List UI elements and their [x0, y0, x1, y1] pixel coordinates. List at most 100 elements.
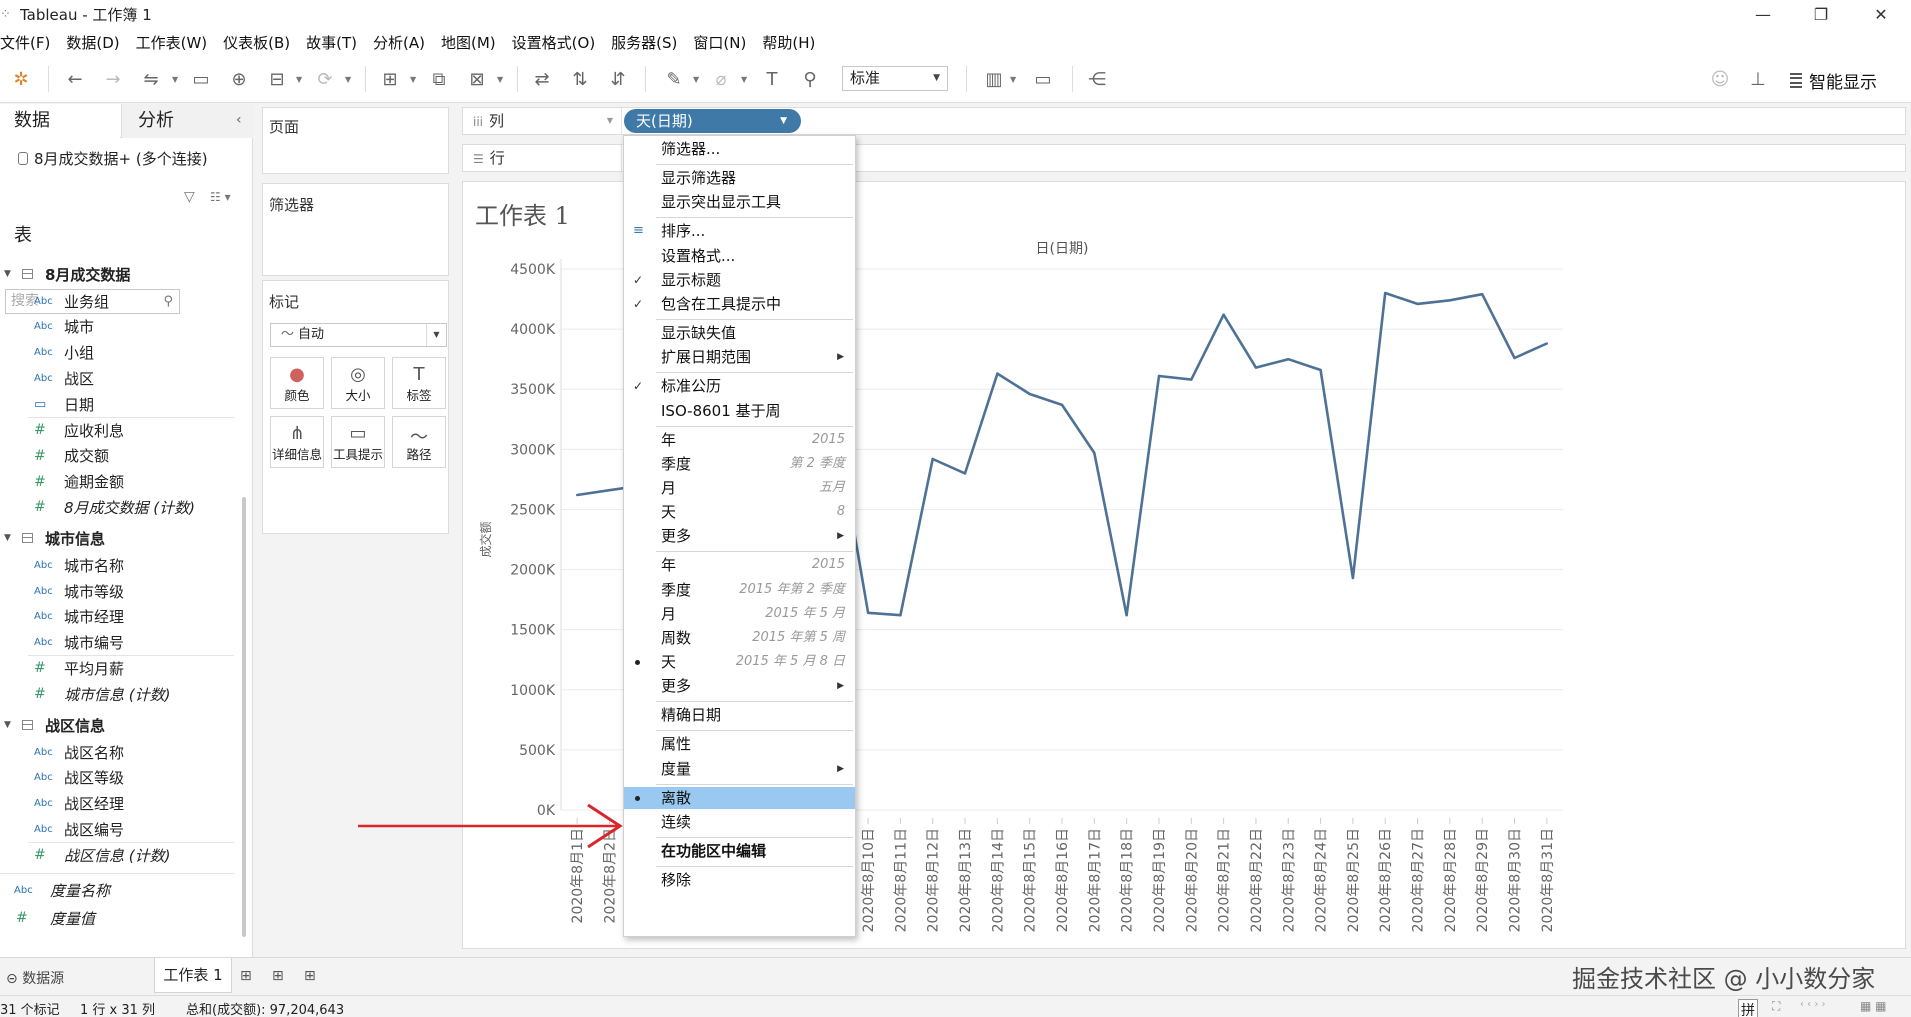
- table-group-header[interactable]: ▼ 8月成交数据: [0, 264, 130, 284]
- mark-button[interactable]: T 标签: [392, 357, 446, 409]
- mark-button[interactable]: ● 颜色: [270, 357, 324, 409]
- field-item[interactable]: Abc 战区经理: [0, 793, 124, 815]
- share-icon[interactable]: ⋲: [1084, 66, 1110, 92]
- save-icon[interactable]: ▭: [188, 66, 214, 92]
- field-item[interactable]: Abc 业务组: [0, 290, 109, 312]
- context-menu-item[interactable]: 扩展日期范围 ▶: [624, 346, 855, 368]
- context-menu-item[interactable]: 年 2015: [624, 554, 855, 576]
- restore-button[interactable]: ❐: [1793, 0, 1849, 29]
- context-menu-item[interactable]: 更多 ▶: [624, 675, 855, 697]
- clear-icon[interactable]: ⊠: [464, 66, 490, 92]
- undo-icon[interactable]: ←: [62, 66, 88, 92]
- field-item[interactable]: Abc 城市编号: [0, 632, 124, 654]
- sheet-sorter-icon[interactable]: 拼: [1738, 999, 1758, 1017]
- pages-card[interactable]: 页面: [262, 107, 449, 174]
- fit-icon[interactable]: ⛶: [1772, 999, 1780, 1014]
- measure-names-field[interactable]: Abc 度量名称: [0, 879, 110, 901]
- view-options-icon[interactable]: ☷ ▾: [210, 190, 231, 204]
- group-icon[interactable]: ⌀: [708, 66, 734, 92]
- field-item[interactable]: #8月成交数据 (计数): [0, 496, 195, 518]
- minimize-button[interactable]: —: [1735, 0, 1791, 29]
- field-item[interactable]: Abc 城市等级: [0, 580, 124, 602]
- menu-item[interactable]: 文件(F): [0, 32, 50, 53]
- context-menu-item[interactable]: 月五月: [624, 477, 855, 499]
- new-dashboard-icon[interactable]: ⊞: [272, 968, 284, 984]
- context-menu-item[interactable]: 离散: [624, 786, 855, 809]
- datasource-tab[interactable]: ⊝ 数据源: [6, 968, 64, 988]
- filter-icon[interactable]: ▽: [184, 189, 195, 205]
- new-datasource-icon[interactable]: ⊕: [226, 66, 252, 92]
- collapse-triangle-icon[interactable]: ▼: [4, 720, 14, 730]
- context-menu-item[interactable]: 属性: [624, 733, 855, 755]
- presentation-icon[interactable]: ▭: [1030, 66, 1056, 92]
- field-item[interactable]: Abc 战区编号: [0, 818, 124, 840]
- field-item[interactable]: # 逾期金额: [0, 471, 124, 493]
- collapse-pane-icon[interactable]: ‹: [236, 112, 242, 128]
- menu-item[interactable]: 分析(A): [373, 32, 425, 53]
- context-menu-item[interactable]: 天 2015 年 5 月 8 日: [624, 651, 855, 673]
- context-menu-item[interactable]: 季度第 2 季度: [624, 453, 855, 475]
- field-item[interactable]: ▭ 日期: [0, 393, 94, 415]
- collapse-triangle-icon[interactable]: ▼: [4, 533, 14, 543]
- context-menu-item[interactable]: 度量 ▶: [624, 758, 855, 780]
- bot-icon[interactable]: ☺: [1707, 66, 1733, 92]
- grid-view-icon[interactable]: ▦ ▦: [1860, 999, 1887, 1013]
- mark-button[interactable]: ◎ 大小: [331, 357, 385, 409]
- smart-show-button[interactable]: 智能显示: [1790, 68, 1877, 93]
- field-item[interactable]: # 应收利息: [0, 419, 124, 441]
- sheet-tab[interactable]: 工作表 1: [154, 958, 232, 993]
- pin-icon[interactable]: ⚲: [797, 66, 823, 92]
- highlight-icon[interactable]: ✎: [661, 66, 687, 92]
- context-menu-item[interactable]: 筛选器...: [624, 138, 855, 160]
- swap-rows-cols-icon[interactable]: ⇄: [529, 66, 555, 92]
- field-item[interactable]: Abc 城市: [0, 316, 94, 338]
- context-menu-item[interactable]: 在功能区中编辑: [624, 840, 855, 862]
- label-icon[interactable]: T: [759, 66, 785, 92]
- context-menu-item[interactable]: 天8: [624, 501, 855, 523]
- day-date-pill[interactable]: 天(日期) ▼: [624, 109, 801, 133]
- new-sheet-icon[interactable]: ⊞: [377, 66, 403, 92]
- context-menu-item[interactable]: 月 2015 年 5 月: [624, 603, 855, 625]
- menu-item[interactable]: 地图(M): [441, 32, 496, 53]
- context-menu-item[interactable]: 更多 ▶: [624, 525, 855, 547]
- table-group-header[interactable]: ▼ 战区信息: [0, 715, 105, 735]
- context-menu-item[interactable]: ✓ 标准公历: [624, 375, 855, 397]
- tooltip-pin-icon[interactable]: ⊥: [1745, 66, 1771, 92]
- field-list-scrollbar[interactable]: [242, 497, 246, 937]
- tab-analysis[interactable]: 分析: [121, 104, 253, 138]
- fit-select[interactable]: 标准 ▼: [842, 66, 948, 91]
- sort-desc-icon[interactable]: ⇵: [605, 66, 631, 92]
- context-menu-item[interactable]: 显示突出显示工具: [624, 191, 855, 213]
- field-item[interactable]: Abc 城市名称: [0, 554, 124, 576]
- refresh-icon[interactable]: ⟳: [312, 66, 338, 92]
- context-menu-item[interactable]: 显示缺失值: [624, 322, 855, 344]
- field-item[interactable]: # 战区信息 (计数): [0, 844, 170, 866]
- filters-card[interactable]: 筛选器: [262, 183, 449, 276]
- new-worksheet-icon[interactable]: ⊞: [240, 968, 252, 984]
- field-item[interactable]: Abc 战区名称: [0, 741, 124, 763]
- context-menu-item[interactable]: ISO-8601 基于周: [624, 400, 855, 422]
- context-menu-item[interactable]: ✓ 包含在工具提示中: [624, 293, 855, 315]
- context-menu-item[interactable]: 精确日期: [624, 704, 855, 726]
- menu-item[interactable]: 数据(D): [66, 32, 119, 53]
- sort-asc-icon[interactable]: ⇅: [567, 66, 593, 92]
- context-menu-item[interactable]: 显示筛选器: [624, 167, 855, 189]
- tab-data[interactable]: 数据: [0, 104, 120, 138]
- field-item[interactable]: Abc 城市经理: [0, 606, 124, 628]
- field-item[interactable]: Abc 战区等级: [0, 767, 124, 789]
- context-menu-item[interactable]: ✓ 显示标题: [624, 269, 855, 291]
- context-menu-item[interactable]: 设置格式...: [624, 245, 855, 267]
- close-button[interactable]: ✕: [1853, 0, 1909, 29]
- menu-item[interactable]: 仪表板(B): [223, 32, 290, 53]
- table-group-header[interactable]: ▼ 城市信息: [0, 528, 105, 548]
- tableau-logo-icon[interactable]: ✲: [8, 66, 34, 92]
- page-nav-icons[interactable]: ‹ ‹ › ›: [1800, 999, 1826, 1010]
- context-menu-item[interactable]: 移除: [624, 869, 855, 891]
- context-menu-item[interactable]: 年 2015: [624, 429, 855, 451]
- context-menu-item[interactable]: ≡ 排序...: [624, 220, 855, 242]
- field-item[interactable]: Abc 小组: [0, 342, 94, 364]
- context-menu-item[interactable]: 连续: [624, 811, 855, 833]
- menu-item[interactable]: 窗口(N): [693, 32, 746, 53]
- new-story-icon[interactable]: ⊞: [304, 968, 316, 984]
- field-item[interactable]: Abc 战区: [0, 367, 94, 389]
